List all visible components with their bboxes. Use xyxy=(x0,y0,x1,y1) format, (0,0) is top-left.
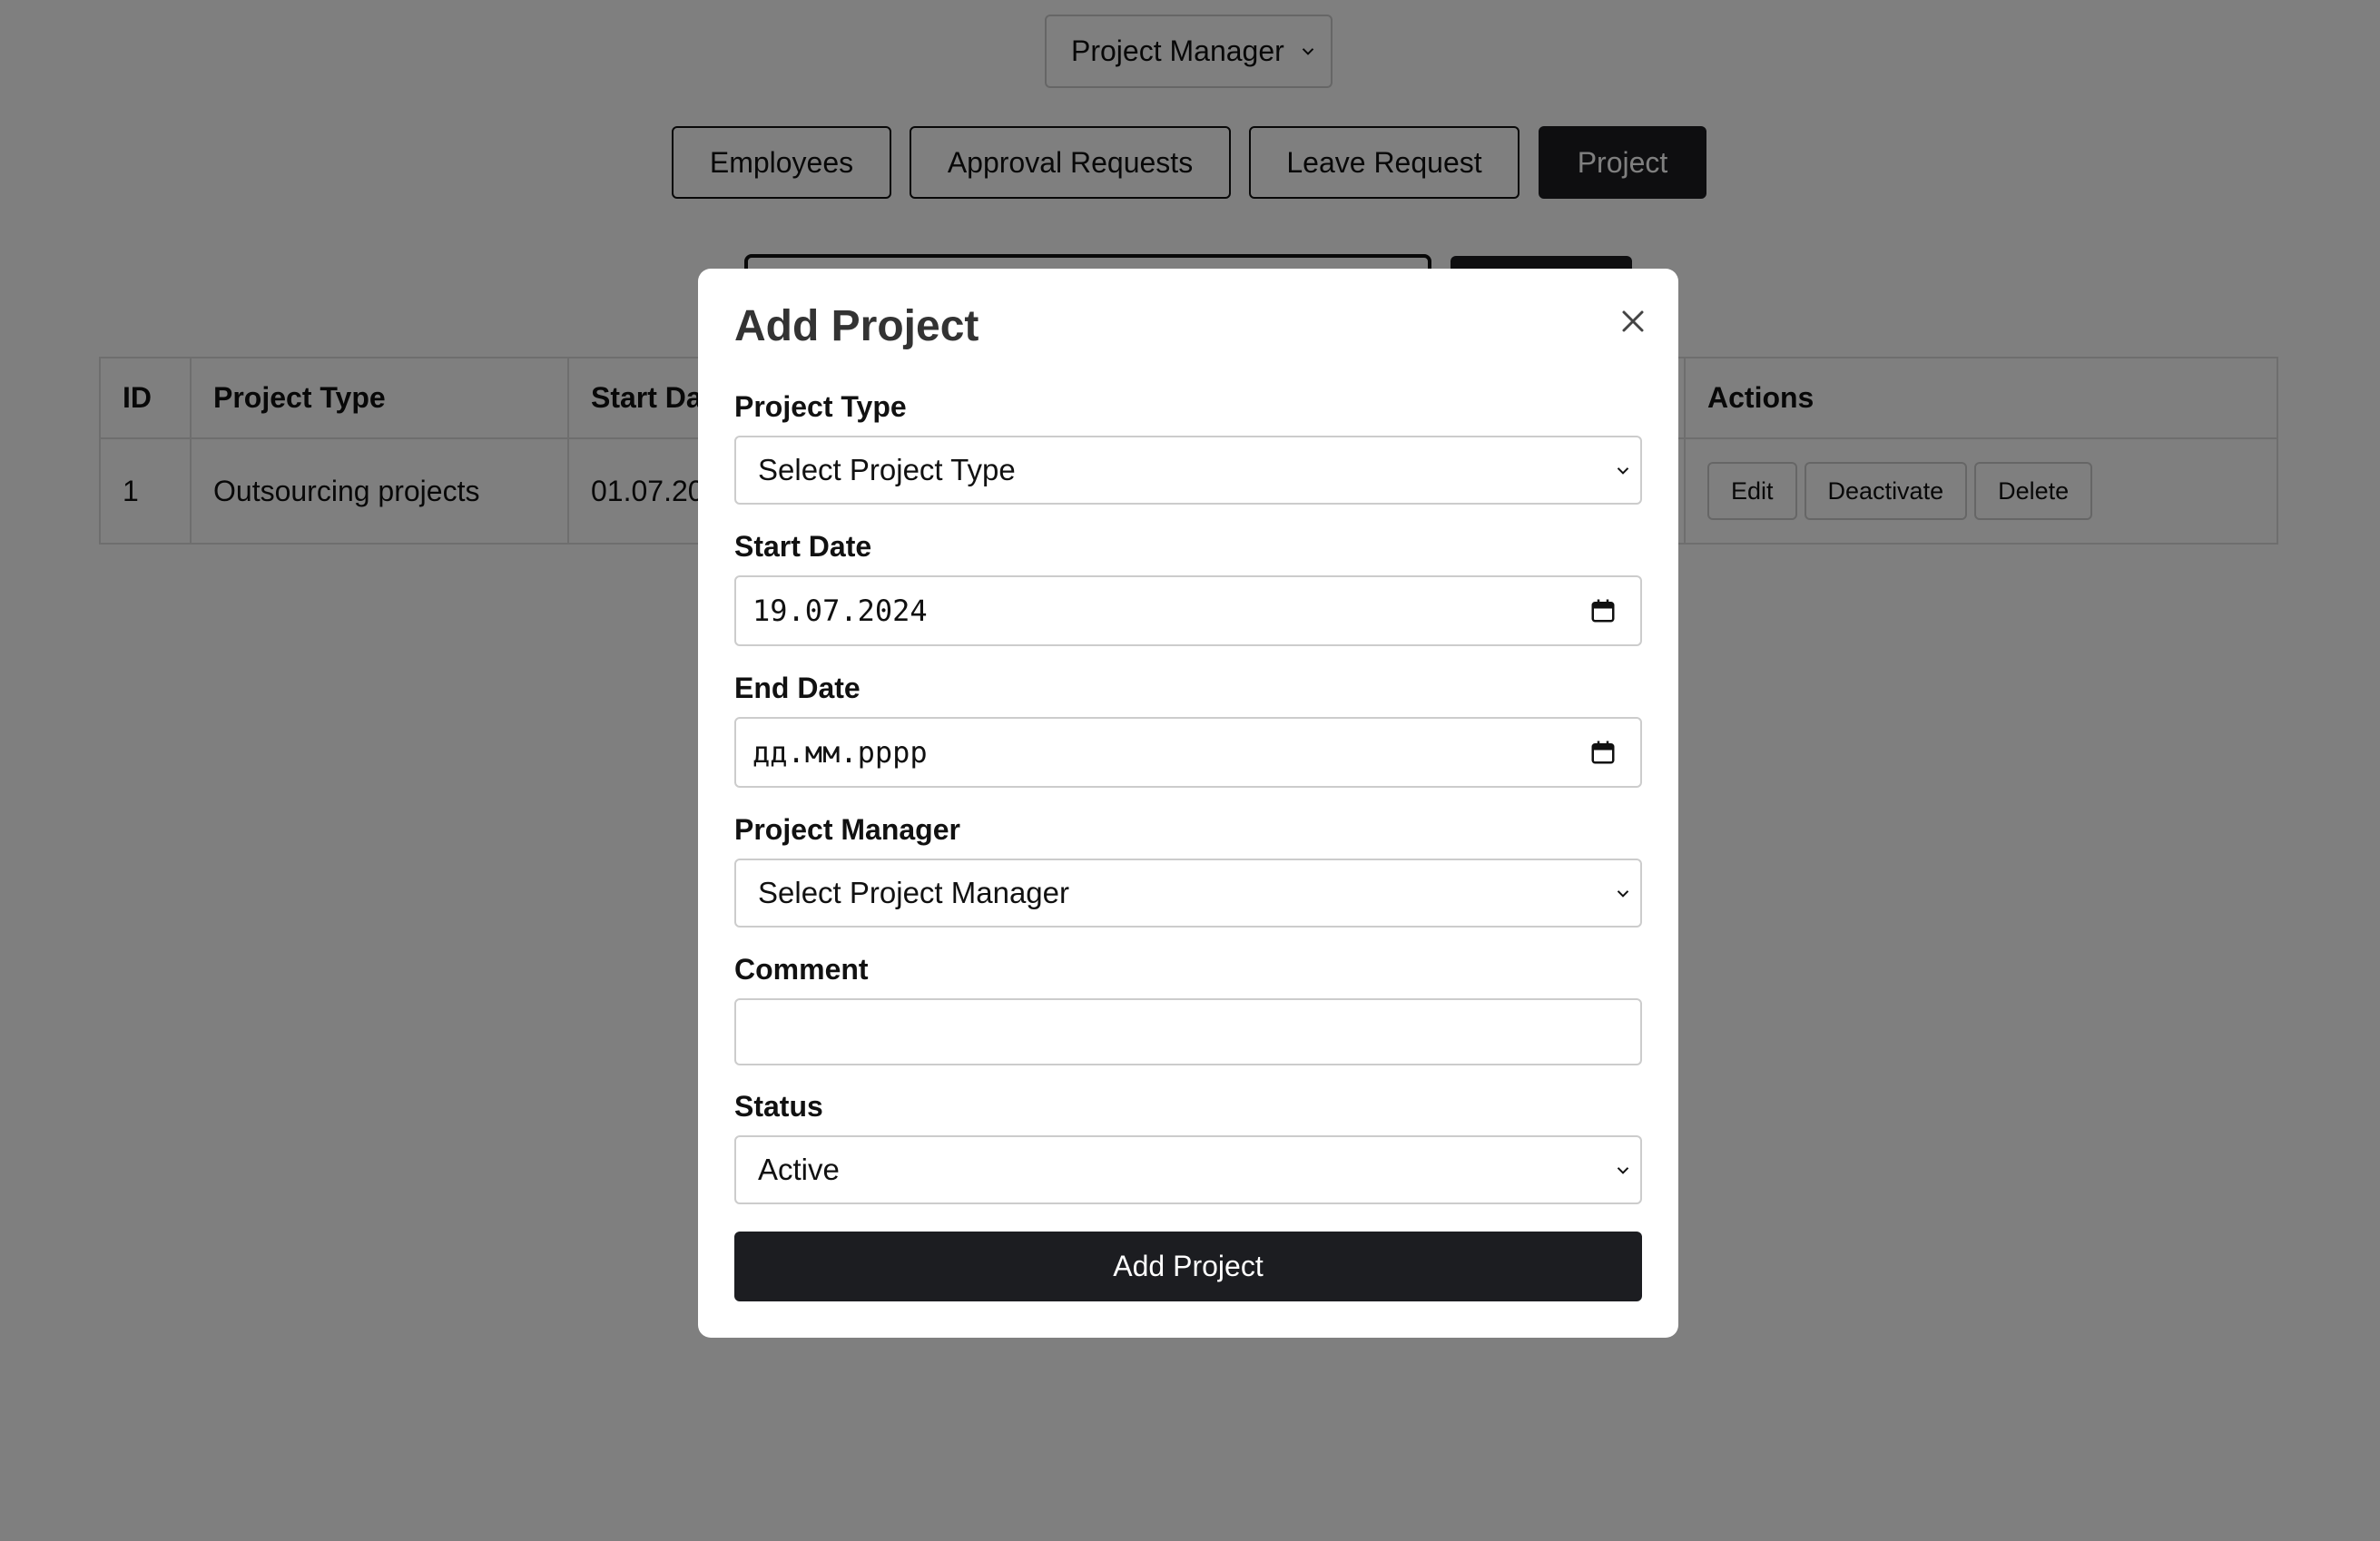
end-date-label: End Date xyxy=(734,672,861,704)
start-date-input[interactable]: 19.07.2024 xyxy=(734,575,1642,646)
comment-label: Comment xyxy=(734,953,869,986)
end-date-placeholder: дд.мм.рррр xyxy=(752,735,928,770)
calendar-icon[interactable] xyxy=(1589,596,1617,625)
project-manager-select-value: Select Project Manager xyxy=(758,876,1070,909)
project-type-label: Project Type xyxy=(734,390,907,423)
start-date-label: Start Date xyxy=(734,530,872,563)
project-manager-select[interactable]: Select Project Manager xyxy=(734,859,1642,928)
close-button[interactable] xyxy=(1613,301,1653,341)
chevron-down-icon xyxy=(1617,1167,1629,1174)
chevron-down-icon xyxy=(1617,890,1629,898)
end-date-input[interactable]: дд.мм.рррр xyxy=(734,717,1642,788)
project-type-select-value: Select Project Type xyxy=(758,453,1016,486)
chevron-down-icon xyxy=(1617,467,1629,475)
status-label: Status xyxy=(734,1090,823,1123)
status-select[interactable]: Active xyxy=(734,1135,1642,1204)
close-icon xyxy=(1622,310,1644,332)
comment-input[interactable] xyxy=(734,998,1642,1065)
modal-title: Add Project xyxy=(734,302,979,350)
calendar-icon[interactable] xyxy=(1589,738,1617,767)
status-select-value: Active xyxy=(758,1153,840,1186)
add-project-modal: Add Project Project Type Select Project … xyxy=(698,269,1678,1338)
add-project-submit-button[interactable]: Add Project xyxy=(734,1232,1642,1301)
start-date-value: 19.07.2024 xyxy=(752,594,928,628)
project-manager-label: Project Manager xyxy=(734,813,960,846)
project-type-select[interactable]: Select Project Type xyxy=(734,436,1642,505)
